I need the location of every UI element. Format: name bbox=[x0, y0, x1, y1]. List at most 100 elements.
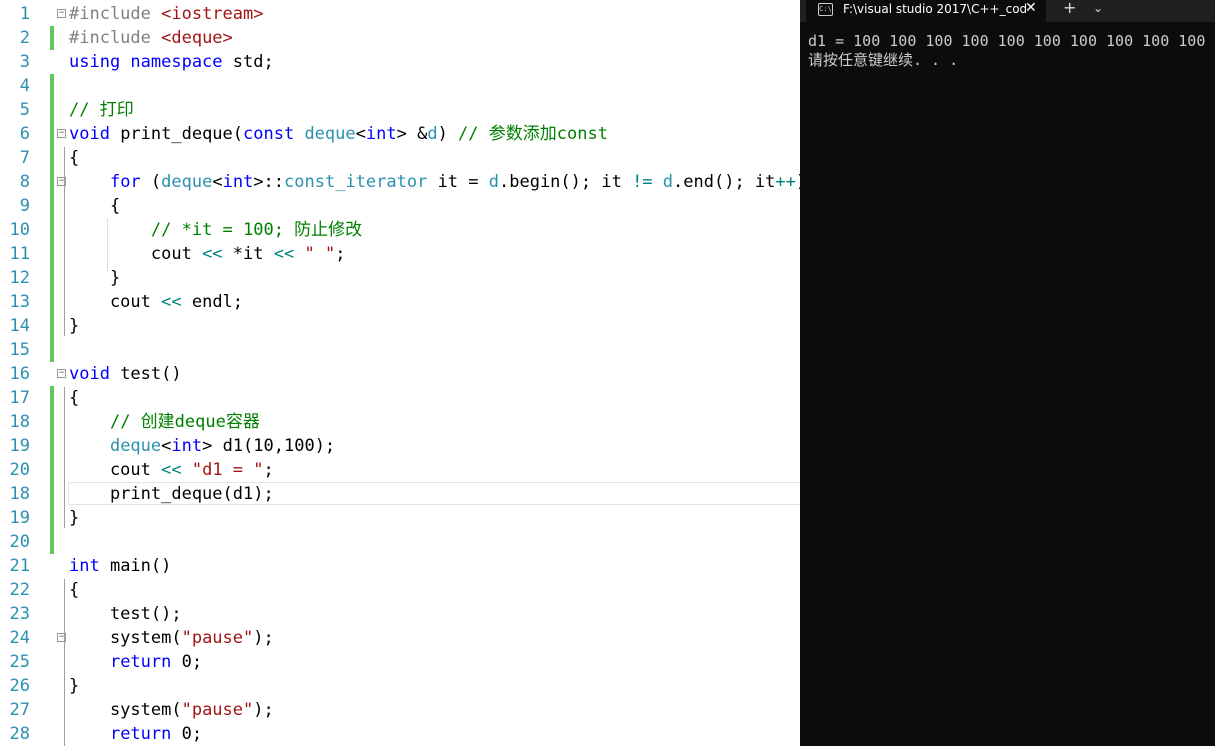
collapse-icon[interactable]: − bbox=[57, 177, 66, 186]
terminal-tab[interactable]: C:\ F:\visual studio 2017\C++_cod ✕ bbox=[806, 0, 1046, 22]
code-token: ++ bbox=[775, 172, 796, 192]
code-line[interactable]: 6 − void print_deque(const deque<int> &d) … bbox=[0, 122, 800, 146]
code-line[interactable]: 9 { bbox=[0, 194, 800, 218]
code-line[interactable]: 14} bbox=[0, 314, 800, 338]
collapse-icon[interactable]: − bbox=[57, 129, 66, 138]
code-token: << bbox=[161, 460, 182, 480]
code-token: ); bbox=[253, 628, 274, 648]
collapse-icon[interactable]: − bbox=[57, 633, 66, 642]
terminal-window[interactable]: C:\ F:\visual studio 2017\C++_cod ✕ + ⌄ … bbox=[800, 0, 1215, 746]
code-token: 0; bbox=[181, 724, 203, 744]
change-marker bbox=[50, 338, 54, 362]
code-token: > & bbox=[396, 124, 428, 144]
code-line[interactable]: 11 cout << *it << " "; bbox=[0, 242, 800, 266]
code-line[interactable]: 24 − system("pause"); bbox=[0, 626, 800, 650]
code-line[interactable]: 7{ bbox=[0, 146, 800, 170]
code-text: cout << "d1 = "; bbox=[69, 458, 274, 482]
code-line[interactable]: 18 print_deque(d1); bbox=[0, 482, 800, 506]
line-number: 26 bbox=[9, 676, 30, 696]
code-token: ( bbox=[150, 172, 162, 192]
code-text: return 0; bbox=[69, 722, 202, 746]
code-token: { bbox=[69, 388, 80, 408]
line-number: 13 bbox=[9, 292, 30, 312]
code-line[interactable]: 19} bbox=[0, 506, 800, 530]
code-line[interactable]: 19 deque<int> d1(10,100); bbox=[0, 434, 800, 458]
code-token: { bbox=[69, 580, 80, 600]
code-line[interactable]: 15 bbox=[0, 338, 800, 362]
code-token: cout bbox=[69, 292, 162, 312]
code-line[interactable]: 23 test(); bbox=[0, 602, 800, 626]
code-line[interactable]: 10 // *it = 100; 防止修改 bbox=[0, 218, 800, 242]
code-token: ) bbox=[437, 124, 459, 144]
code-token: #include bbox=[69, 28, 162, 48]
code-line[interactable]: 16 − void test() bbox=[0, 362, 800, 386]
code-line[interactable]: 8− for (deque<int>::const_iterator it = … bbox=[0, 170, 800, 194]
code-text: int main() bbox=[69, 554, 171, 578]
code-token: << bbox=[273, 244, 295, 264]
code-text: deque<int> d1(10,100); bbox=[69, 434, 335, 458]
new-tab-button[interactable]: + bbox=[1063, 0, 1076, 17]
code-text: for (deque<int>::const_iterator it = d.b… bbox=[69, 170, 800, 194]
code-token: ); bbox=[253, 700, 274, 720]
line-number: 1 bbox=[19, 4, 30, 24]
code-line[interactable]: 3 using namespace std; bbox=[0, 50, 800, 74]
code-token: #include bbox=[69, 4, 162, 24]
code-token: > d1(10,100); bbox=[202, 436, 336, 456]
line-number: 22 bbox=[9, 580, 30, 600]
line-number: 10 bbox=[9, 220, 30, 240]
chevron-down-icon[interactable]: ⌄ bbox=[1093, 0, 1103, 17]
code-token: { bbox=[69, 196, 121, 216]
code-text: { bbox=[69, 194, 120, 218]
code-token: using namespace bbox=[69, 52, 233, 72]
code-token: cout bbox=[69, 244, 203, 264]
code-line[interactable]: 13 cout << endl; bbox=[0, 290, 800, 314]
code-line[interactable]: 2 #include <deque> bbox=[0, 26, 800, 50]
code-token: ; bbox=[263, 460, 274, 480]
code-token: // *it = 100; 防止修改 bbox=[150, 220, 363, 240]
code-line[interactable]: 26} bbox=[0, 674, 800, 698]
line-number: 5 bbox=[19, 100, 30, 120]
code-text: } bbox=[69, 266, 120, 290]
collapse-icon[interactable]: − bbox=[57, 9, 66, 18]
line-number: 21 bbox=[9, 556, 30, 576]
code-token: } bbox=[69, 676, 80, 696]
code-token: return bbox=[109, 652, 182, 672]
code-text: } bbox=[69, 674, 79, 698]
code-line[interactable]: 20 cout << "d1 = "; bbox=[0, 458, 800, 482]
code-token: < bbox=[212, 172, 223, 192]
code-line[interactable]: 12 } bbox=[0, 266, 800, 290]
code-token: void bbox=[69, 364, 121, 384]
code-line[interactable]: 25 return 0; bbox=[0, 650, 800, 674]
code-line[interactable]: 5 // 打印 bbox=[0, 98, 800, 122]
line-number: 19 bbox=[9, 508, 30, 528]
change-marker bbox=[50, 26, 54, 50]
close-icon[interactable]: ✕ bbox=[1025, 0, 1037, 17]
line-number: 12 bbox=[9, 268, 30, 288]
code-line[interactable]: 18 // 创建deque容器 bbox=[0, 410, 800, 434]
line-number: 24 bbox=[9, 628, 30, 648]
code-line[interactable]: 17 { bbox=[0, 386, 800, 410]
collapse-icon[interactable]: − bbox=[57, 369, 66, 378]
code-editor[interactable]: 1− #include <iostream> 2 #include <deque> 3 u… bbox=[0, 0, 800, 746]
code-line[interactable]: 21 int main() bbox=[0, 554, 800, 578]
code-line[interactable]: 20 bbox=[0, 530, 800, 554]
code-line[interactable]: 1 − #include <iostream> bbox=[0, 2, 800, 26]
code-token: d bbox=[662, 172, 674, 192]
code-token: << bbox=[202, 244, 223, 264]
code-line[interactable]: 27 system("pause"); bbox=[0, 698, 800, 722]
code-token: <iostream> bbox=[161, 4, 264, 24]
code-line[interactable]: 22 { bbox=[0, 578, 800, 602]
code-token: for bbox=[109, 172, 151, 192]
line-number: 14 bbox=[9, 316, 30, 336]
code-line[interactable]: 4 bbox=[0, 74, 800, 98]
code-token: endl; bbox=[181, 292, 244, 312]
code-token: " " bbox=[304, 244, 336, 264]
code-token: void bbox=[69, 124, 121, 144]
code-line[interactable]: 28 return 0; bbox=[0, 722, 800, 746]
code-token: <deque> bbox=[161, 28, 233, 48]
change-marker bbox=[50, 290, 54, 314]
code-text: using namespace std; bbox=[69, 50, 274, 74]
